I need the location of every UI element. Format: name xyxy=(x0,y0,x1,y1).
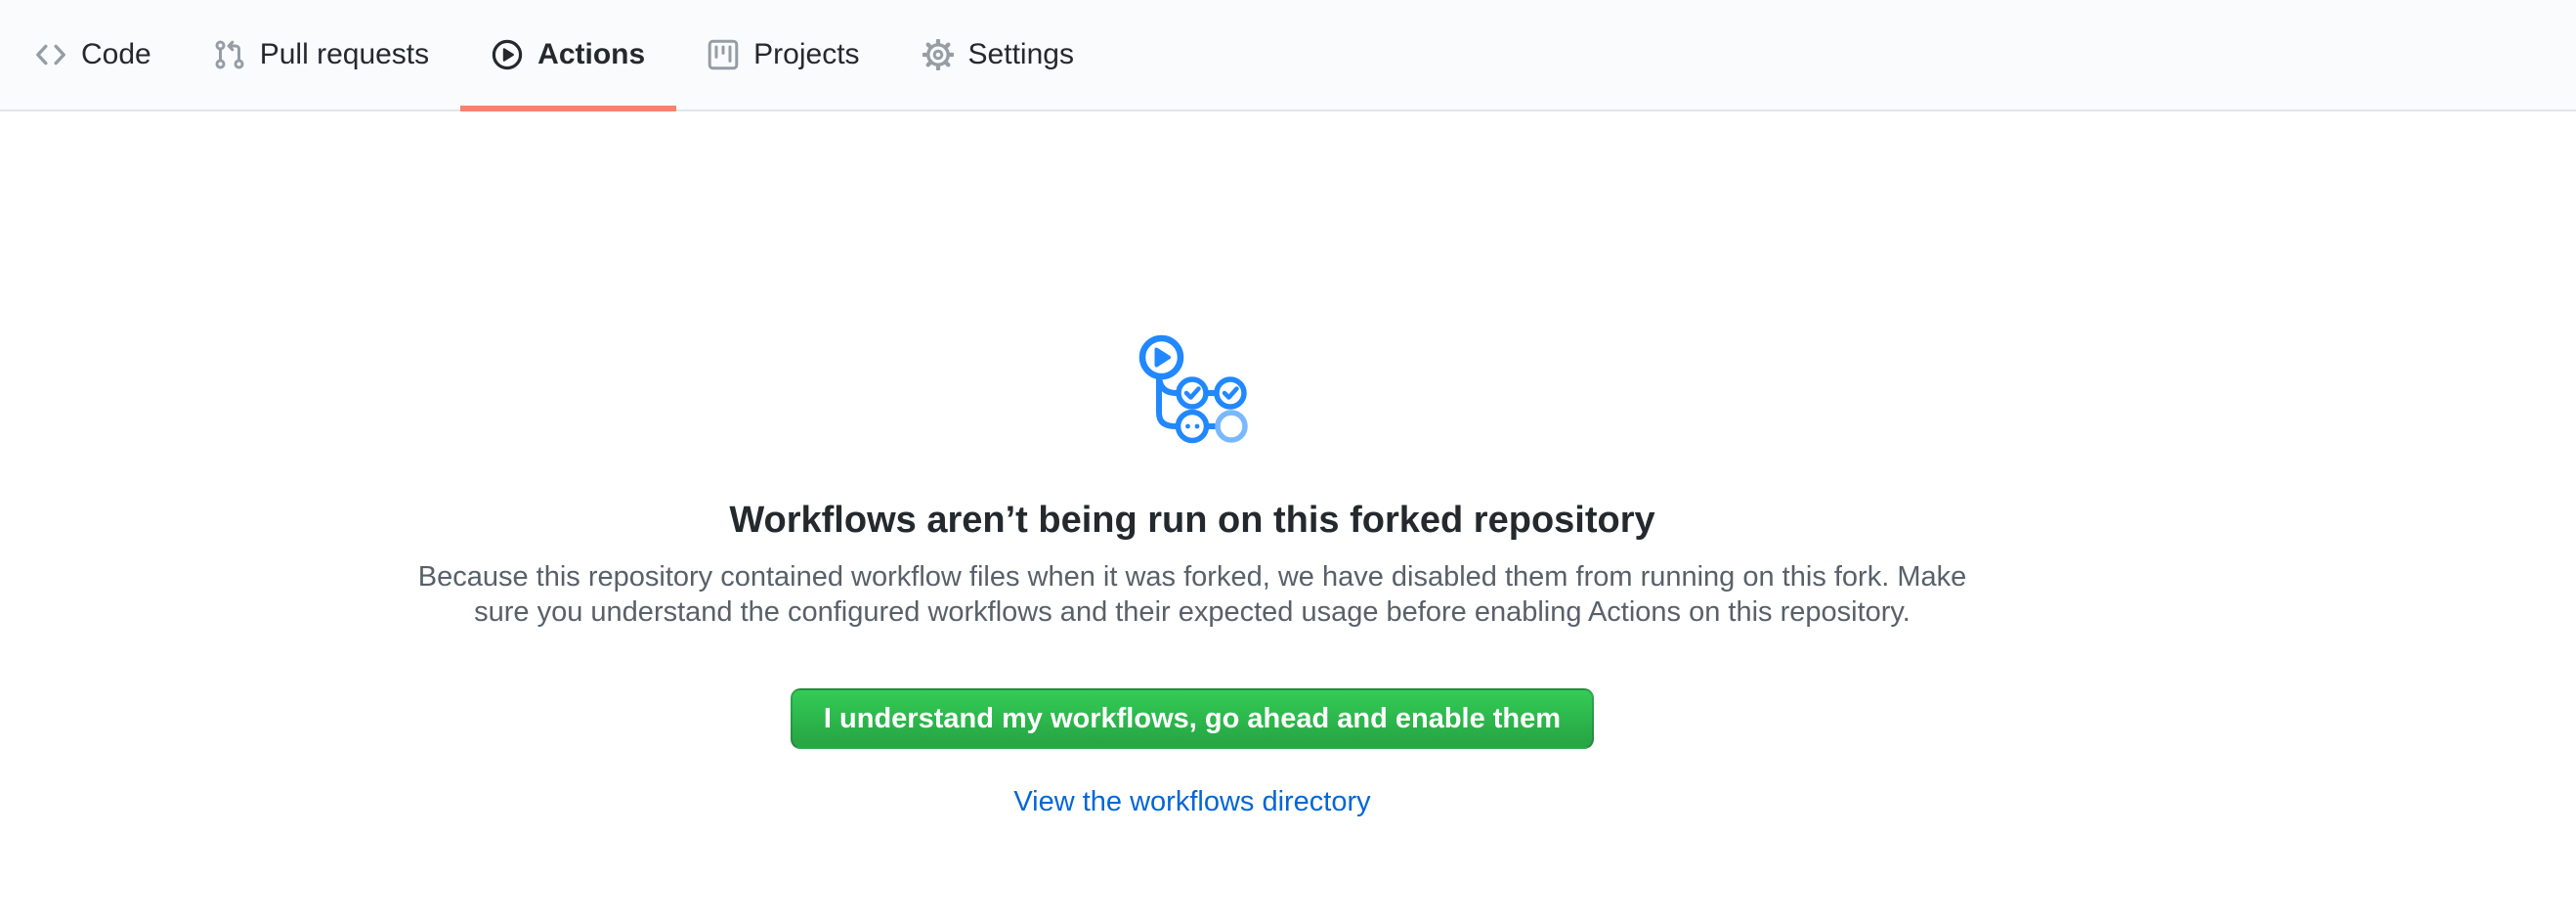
tab-settings[interactable]: Settings xyxy=(891,0,1105,110)
project-icon xyxy=(708,39,739,70)
workflows-link-row: View the workflows directory xyxy=(371,784,2013,819)
tab-code[interactable]: Code xyxy=(4,0,183,110)
git-pull-request-icon xyxy=(214,39,245,70)
code-icon xyxy=(35,39,66,70)
repo-nav: Code Pull requests Actions xyxy=(0,0,2576,111)
tab-actions[interactable]: Actions xyxy=(460,0,676,110)
view-workflows-directory-link[interactable]: View the workflows directory xyxy=(1013,786,1370,817)
tab-label: Projects xyxy=(753,40,859,69)
tab-label: Actions xyxy=(537,40,645,69)
blankslate-heading: Workflows aren’t being run on this forke… xyxy=(371,497,2013,544)
gear-icon xyxy=(923,39,954,70)
tab-label: Pull requests xyxy=(260,40,429,69)
tab-projects[interactable]: Projects xyxy=(676,0,890,110)
tab-label: Settings xyxy=(968,40,1074,69)
tab-label: Code xyxy=(81,40,151,69)
play-icon xyxy=(492,39,523,70)
active-tab-underline xyxy=(460,106,676,111)
tab-pull-requests[interactable]: Pull requests xyxy=(183,0,460,110)
description-line-2: sure you understand the configured workf… xyxy=(371,594,2013,630)
description-line-1: Because this repository contained workfl… xyxy=(371,559,2013,594)
blankslate-description: Because this repository contained workfl… xyxy=(371,559,2013,630)
enable-workflows-button[interactable]: I understand my workflows, go ahead and … xyxy=(791,688,1594,749)
actions-workflow-illustration xyxy=(1136,333,1249,453)
actions-blankslate: Workflows aren’t being run on this forke… xyxy=(371,111,2013,819)
